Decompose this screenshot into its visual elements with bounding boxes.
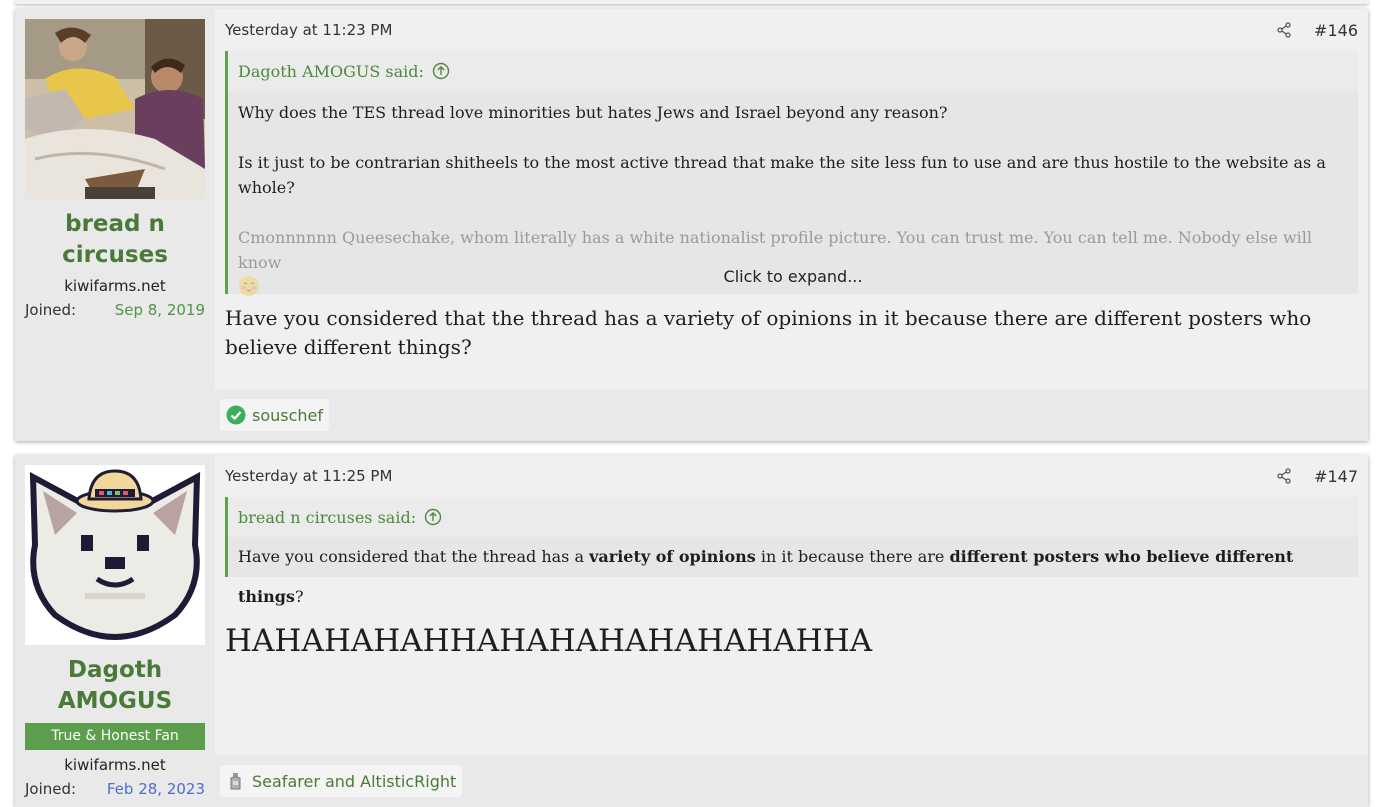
reactions-summary[interactable]: Seafarer and AltisticRight [220,765,463,797]
post-timestamp[interactable]: Yesterday at 11:23 PM [225,21,392,39]
post-main: Yesterday at 11:23 PM #146 Dagoth AMOGUS… [215,9,1368,441]
post-number-link[interactable]: #146 [1314,21,1358,40]
blockquote: bread n circuses said: Have you consider… [225,497,1358,606]
joined-date: Feb 28, 2023 [106,780,205,798]
bottle-reaction-icon [226,771,246,791]
quote-bold-text: variety of opinions [589,547,756,566]
joined-row: Joined: Feb 28, 2023 [25,780,205,798]
quote-text: ? [294,587,304,606]
reactions-users[interactable]: Seafarer and AltisticRight [252,772,456,791]
post-header-actions: #147 [1276,467,1358,486]
post-message: Have you considered that the thread has … [225,306,1312,359]
arrow-up-circle-icon[interactable] [432,62,450,80]
quote-text: in it because there are [755,547,950,566]
post-main: Yesterday at 11:25 PM #147 bread n circu… [215,455,1368,807]
reactions-bar: souschef [215,389,1368,441]
reactions-users[interactable]: souschef [252,406,323,425]
post-header: Yesterday at 11:25 PM #147 [225,455,1358,497]
post-147: Dagoth AMOGUS True & Honest Fan kiwifarm… [15,455,1368,807]
previous-post-edge [15,0,1368,4]
blockquote: Dagoth AMOGUS said: Why does the TES thr… [225,51,1358,296]
quote-attribution[interactable]: bread n circuses said: [228,497,1358,537]
joined-label: Joined: [25,780,77,798]
post-number-link[interactable]: #147 [1314,467,1358,486]
avatar-painting-image [25,19,205,199]
arrow-up-circle-icon[interactable] [424,508,442,526]
quote-author[interactable]: Dagoth AMOGUS said: [238,62,424,81]
quote-author[interactable]: bread n circuses said: [238,508,416,527]
check-reaction-icon [226,405,246,425]
share-icon[interactable] [1276,22,1292,38]
quote-text: Have you considered that the thread has … [238,547,590,566]
avatar[interactable] [25,465,205,645]
quote-paragraph: Is it just to be contrarian shitheels to… [238,153,1326,197]
quote-paragraph: Why does the TES thread love minorities … [238,103,948,122]
joined-row: Joined: Sep 8, 2019 [25,301,205,319]
joined-date: Sep 8, 2019 [114,301,205,319]
avatar[interactable] [25,19,205,199]
user-cell: bread n circuses kiwifarms.net Joined: S… [15,9,215,441]
post-header-actions: #146 [1276,21,1358,40]
avatar-pixel-dog-image [25,465,205,645]
user-site: kiwifarms.net [64,756,166,774]
username[interactable]: bread n circuses [25,209,205,271]
user-site: kiwifarms.net [64,277,166,295]
post-message: HAHAHAHAHHAHAHAHAHAHAHAHHA [225,623,873,659]
username[interactable]: Dagoth AMOGUS [25,655,205,717]
post-header: Yesterday at 11:23 PM #146 [225,9,1358,51]
share-icon[interactable] [1276,468,1292,484]
reactions-summary[interactable]: souschef [220,399,330,431]
post-body: Yesterday at 11:23 PM #146 Dagoth AMOGUS… [215,9,1368,389]
reactions-bar: Seafarer and AltisticRight [215,755,1368,807]
user-title-banner: True & Honest Fan [25,723,205,750]
thread-page: bread n circuses kiwifarms.net Joined: S… [0,0,1381,807]
click-to-expand-link[interactable]: Click to expand... [228,267,1358,286]
quote-attribution[interactable]: Dagoth AMOGUS said: [228,51,1358,91]
post-146: bread n circuses kiwifarms.net Joined: S… [15,9,1368,441]
post-timestamp[interactable]: Yesterday at 11:25 PM [225,467,392,485]
user-cell: Dagoth AMOGUS True & Honest Fan kiwifarm… [15,455,215,807]
quote-content: Have you considered that the thread has … [228,537,1358,606]
post-body: Yesterday at 11:25 PM #147 bread n circu… [215,455,1368,755]
joined-label: Joined: [25,301,77,319]
